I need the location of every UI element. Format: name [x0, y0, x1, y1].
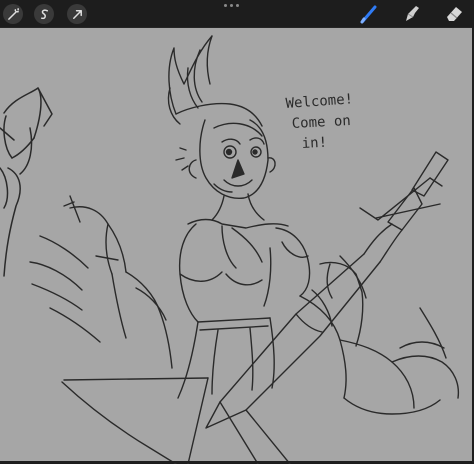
smudge-icon[interactable] [400, 2, 424, 24]
brush-icon[interactable] [358, 2, 382, 24]
speech-line-2: Come on [291, 113, 351, 132]
sketch-artwork: Welcome! Come on in! [0, 35, 460, 464]
right-arm-sketch [299, 261, 460, 415]
left-hand-sketch [0, 87, 53, 277]
selection-icon[interactable] [34, 4, 54, 24]
drawing-canvas[interactable]: Welcome! Come on in! [0, 27, 474, 464]
transform-icon[interactable] [67, 4, 87, 24]
speech-line-3: in! [301, 135, 327, 152]
left-arm-sketch [29, 195, 173, 369]
speech-line-1: Welcome! [285, 91, 353, 112]
top-toolbar [0, 0, 474, 27]
speech-text-lines: Welcome! Come on in! [285, 91, 353, 152]
sword-sketch [61, 151, 449, 464]
eraser-icon[interactable] [443, 2, 467, 24]
torso-sketch [177, 193, 311, 399]
more-options-handle[interactable] [222, 1, 240, 9]
adjustments-icon[interactable] [3, 4, 23, 24]
head-sketch [175, 119, 276, 199]
hair-sketch [167, 35, 263, 127]
